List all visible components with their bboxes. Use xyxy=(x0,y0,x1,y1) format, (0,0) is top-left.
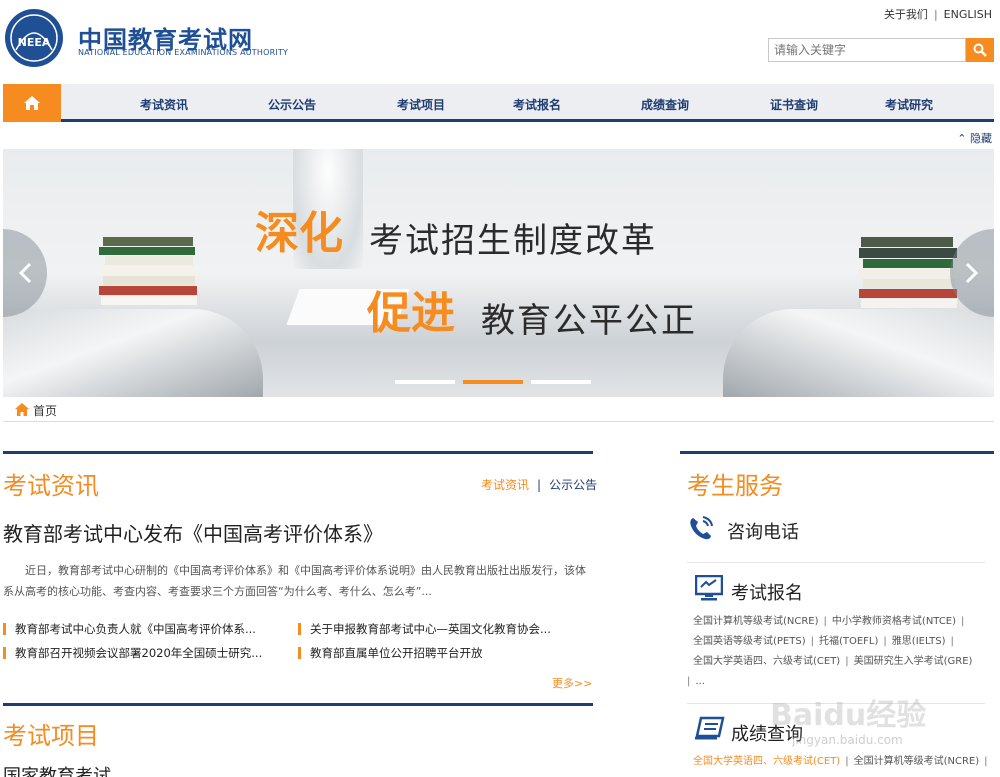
news-item[interactable]: 教育部直属单位公开招聘平台开放 xyxy=(298,645,483,661)
consult-row[interactable]: 咨询电话 xyxy=(687,514,987,544)
monitor-icon xyxy=(695,575,723,601)
chevron-up-icon: ⌃ xyxy=(957,132,967,145)
service-separator xyxy=(687,562,985,563)
register-link[interactable]: 雅思(IELTS) xyxy=(892,636,946,647)
search-input[interactable] xyxy=(768,38,966,62)
register-link[interactable]: 托福(TOEFL) xyxy=(819,636,878,647)
logo-letters: NEEA xyxy=(18,36,51,49)
projects-section-title: 考试项目 xyxy=(3,722,99,750)
about-link[interactable]: 关于我们 xyxy=(884,8,928,21)
register-link[interactable]: 美国研究生入学考试(GRE) xyxy=(854,656,973,667)
search-icon xyxy=(973,43,987,57)
news-item[interactable]: 教育部考试中心负责人就《中国高考评价体系... xyxy=(3,621,256,637)
baidu-watermark: Baidu经验 xyxy=(770,698,927,733)
nav-item-projects[interactable]: 考试项目 xyxy=(397,96,445,113)
news-item[interactable]: 教育部召开视频会议部署2020年全国硕士研究... xyxy=(3,645,262,661)
main-nav: 考试资讯 公示公告 考试项目 考试报名 成绩查询 证书查询 考试研究 xyxy=(3,84,994,122)
neea-logo[interactable]: NEEA xyxy=(4,8,64,68)
register-links: 全国计算机等级考试(NCRE) | 中小学教师资格考试(NTCE) | 全国英语等级考… xyxy=(687,616,973,687)
chevron-right-icon xyxy=(965,262,979,284)
nav-item-scores[interactable]: 成绩查询 xyxy=(641,96,689,113)
tab-notices[interactable]: 公示公告 xyxy=(549,478,597,492)
hide-banner-toggle[interactable]: ⌃ 隐藏 xyxy=(957,130,992,146)
home-icon xyxy=(24,96,40,110)
books-right-image xyxy=(859,237,957,308)
binder-left-image xyxy=(3,309,263,397)
register-link[interactable]: 全国计算机等级考试(NCRE) xyxy=(693,616,819,627)
banner-indicator-dot[interactable] xyxy=(463,380,523,384)
news-section-title: 考试资讯 xyxy=(3,472,99,500)
nav-item-registration[interactable]: 考试报名 xyxy=(513,96,561,113)
english-link[interactable]: ENGLISH xyxy=(944,8,992,21)
banner-indicator-dot[interactable] xyxy=(531,380,591,384)
site-subtitle: NATIONAL EDUCATION EXAMINATIONS AUTHORIT… xyxy=(78,48,289,57)
score-link[interactable]: 全国计算机等级考试(NCRE) xyxy=(854,756,980,767)
search-button[interactable] xyxy=(966,38,994,62)
hero-banner[interactable]: 深化 考试招生制度改革 促进 教育公平公正 xyxy=(3,149,994,397)
nav-item-research[interactable]: 考试研究 xyxy=(885,96,933,113)
notebook-icon xyxy=(695,716,725,740)
score-links: 全国大学英语四、六级考试(CET) | 全国计算机等级考试(NCRE) | xyxy=(693,756,988,767)
service-section-title: 考生服务 xyxy=(687,472,783,500)
news-summary: 近日，教育部考试中心研制的《中国高考评价体系》和《中国高考评价体系说明》由人民教… xyxy=(3,564,586,598)
banner-text-2: 教育公平公正 xyxy=(481,301,697,341)
nav-home-button[interactable] xyxy=(3,84,61,122)
books-left-image xyxy=(99,237,197,305)
binder-right-image xyxy=(723,309,994,397)
register-row[interactable]: 考试报名 xyxy=(687,575,987,605)
banner-prev-button[interactable] xyxy=(3,229,47,317)
top-links: 关于我们 | ENGLISH xyxy=(883,8,992,21)
banner-highlight-1: 深化 xyxy=(255,208,343,259)
banner-text-1: 考试招生制度改革 xyxy=(369,221,657,261)
phone-icon xyxy=(690,516,713,540)
search-box xyxy=(768,38,994,62)
home-icon xyxy=(15,403,29,416)
tab-news[interactable]: 考试资讯 xyxy=(481,478,529,492)
news-item[interactable]: 关于申报教育部考试中心—英国文化教育协会... xyxy=(298,621,551,637)
nav-item-notices[interactable]: 公示公告 xyxy=(268,96,316,113)
news-divider xyxy=(3,451,593,454)
news-more-link[interactable]: 更多>> xyxy=(552,675,592,691)
register-title: 考试报名 xyxy=(731,583,803,604)
register-link[interactable]: 中小学教师资格考试(NTCE) xyxy=(832,616,956,627)
nav-item-news[interactable]: 考试资讯 xyxy=(140,96,188,113)
breadcrumb: 首页 xyxy=(3,398,994,422)
baidu-watermark-url: jingyan.baidu.com xyxy=(792,733,903,747)
news-headline[interactable]: 教育部考试中心发布《中国高考评价体系》 xyxy=(3,518,383,547)
register-link[interactable]: 全国英语等级考试(PETS) xyxy=(693,636,806,647)
register-more-link[interactable]: ... xyxy=(695,676,705,687)
register-link[interactable]: 全国大学英语四、六级考试(CET) xyxy=(693,656,840,667)
projects-divider xyxy=(3,703,593,706)
hide-label: 隐藏 xyxy=(970,132,992,145)
banner-indicator-dot[interactable] xyxy=(395,380,455,384)
consult-title: 咨询电话 xyxy=(727,522,799,543)
projects-subtitle[interactable]: 国家教育考试 xyxy=(3,762,111,777)
banner-highlight-2: 促进 xyxy=(367,288,455,339)
chevron-left-icon xyxy=(18,262,32,284)
service-divider xyxy=(680,451,994,454)
news-tabs: 考试资讯 | 公示公告 xyxy=(481,478,598,492)
score-link[interactable]: 全国大学英语四、六级考试(CET) xyxy=(693,756,840,767)
nav-item-certificates[interactable]: 证书查询 xyxy=(770,96,818,113)
breadcrumb-home[interactable]: 首页 xyxy=(33,402,57,419)
